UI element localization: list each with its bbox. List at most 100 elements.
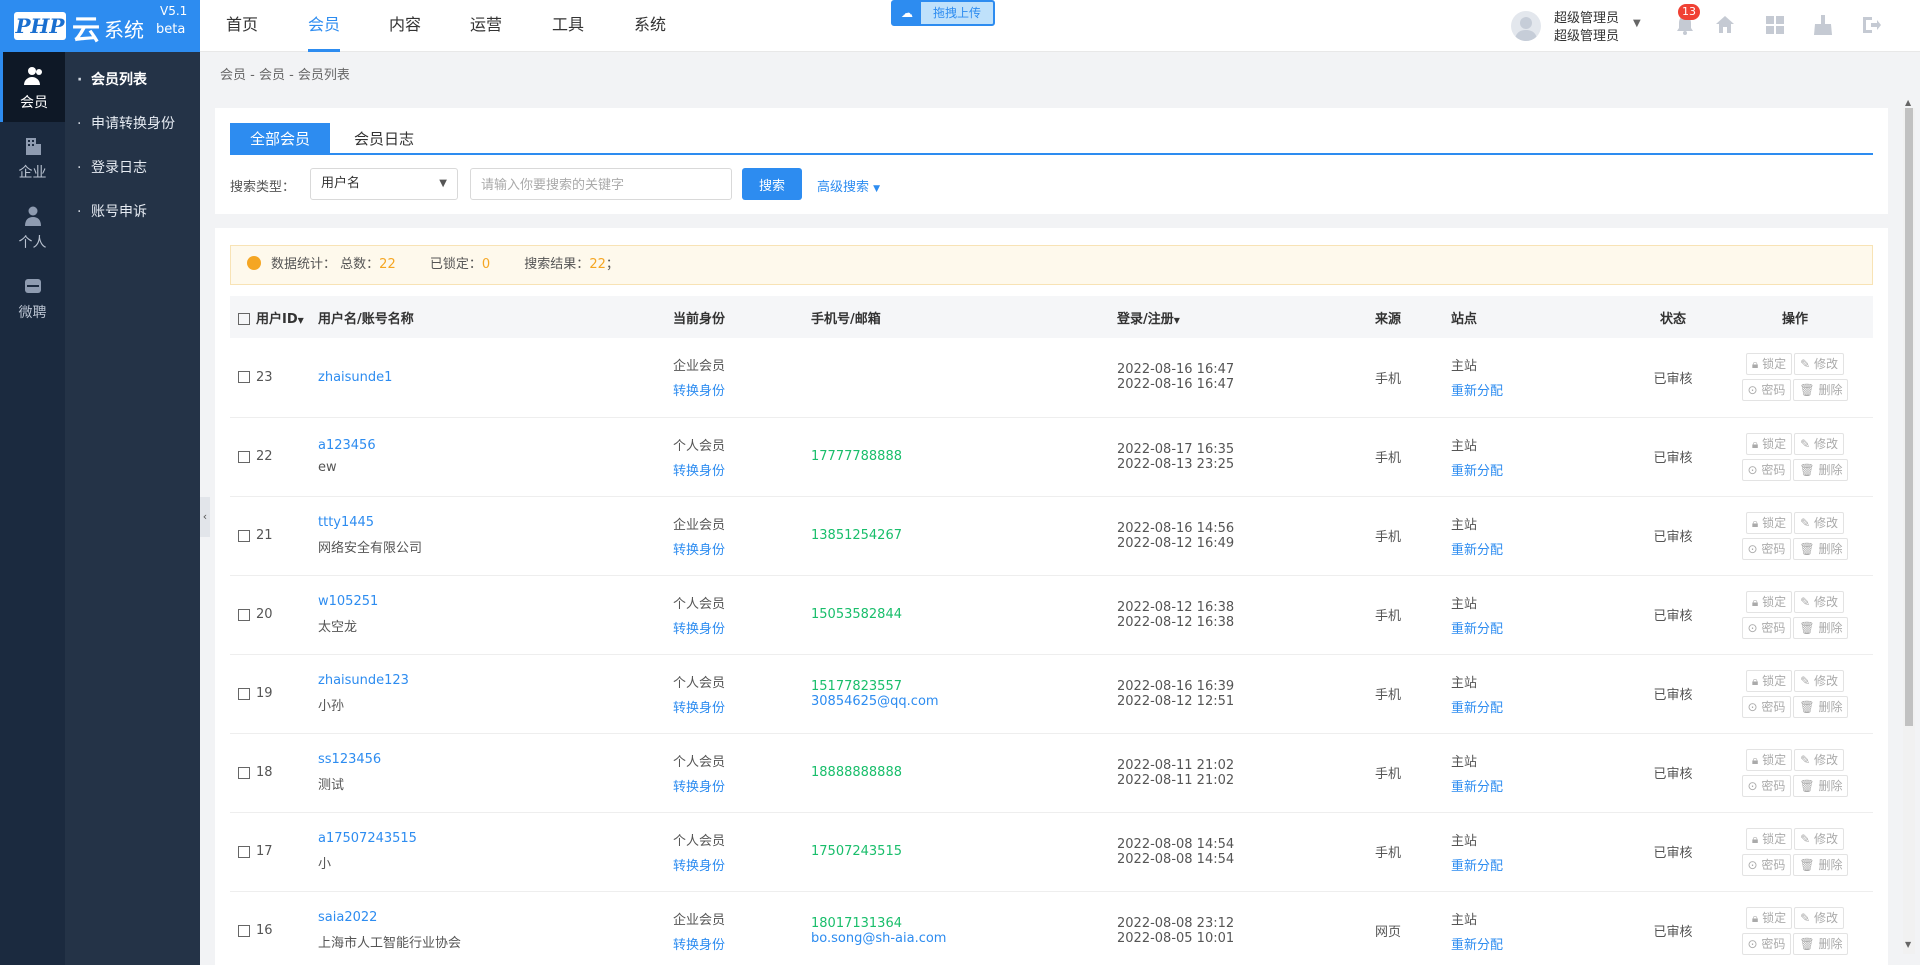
reassign-link[interactable]: 重新分配 <box>1451 697 1629 716</box>
advanced-search-link[interactable]: 高级搜索 ▼ <box>817 176 880 195</box>
sub-nav-login-log[interactable]: 登录日志 <box>65 146 200 190</box>
password-button[interactable]: ⊙ 密码 <box>1741 379 1792 402</box>
delete-button[interactable]: 🗑︎ 删除 <box>1793 616 1849 639</box>
username-link[interactable]: a123456 <box>318 438 376 453</box>
sort-icon[interactable]: ▼ <box>1174 316 1180 325</box>
switch-identity-link[interactable]: 转换身份 <box>673 539 811 558</box>
switch-identity-link[interactable]: 转换身份 <box>673 697 811 716</box>
search-input[interactable] <box>470 168 732 200</box>
search-button[interactable]: 搜索 <box>742 168 802 200</box>
switch-identity-link[interactable]: 转换身份 <box>673 380 811 399</box>
tab-member-log[interactable]: 会员日志 <box>334 123 434 155</box>
clean-cache-icon[interactable] <box>1812 14 1834 36</box>
top-menu-operations[interactable]: 运营 <box>470 0 502 52</box>
top-menu-content[interactable]: 内容 <box>389 0 421 52</box>
sort-icon[interactable]: ▼ <box>298 316 304 325</box>
header-id[interactable]: 用户ID▼ <box>230 296 318 338</box>
row-checkbox[interactable] <box>238 924 250 937</box>
delete-button[interactable]: 🗑︎ 删除 <box>1793 537 1849 560</box>
password-button[interactable]: ⊙ 密码 <box>1741 932 1792 955</box>
username-link[interactable]: ttty1445 <box>318 515 374 530</box>
password-button[interactable]: ⊙ 密码 <box>1741 695 1792 718</box>
lock-button[interactable]: 🔒︎ 锁定 <box>1745 748 1793 771</box>
delete-button[interactable]: 🗑︎ 删除 <box>1793 932 1849 955</box>
username-link[interactable]: w105251 <box>318 594 378 609</box>
edit-button[interactable]: ✎ 修改 <box>1794 353 1845 376</box>
email[interactable]: 30854625@qq.com <box>811 694 1117 709</box>
scroll-down-icon[interactable]: ▼ <box>1905 940 1911 949</box>
collapse-sidebar-button[interactable]: ‹ <box>200 497 210 537</box>
switch-identity-link[interactable]: 转换身份 <box>673 618 811 637</box>
left-nav-personal[interactable]: 个人 <box>0 192 65 262</box>
row-checkbox[interactable] <box>238 529 250 542</box>
left-nav-company[interactable]: 企业 <box>0 122 65 192</box>
tab-all-members[interactable]: 全部会员 <box>230 123 331 155</box>
switch-identity-link[interactable]: 转换身份 <box>673 460 811 479</box>
header-time[interactable]: 登录/注册▼ <box>1117 296 1375 338</box>
row-checkbox[interactable] <box>238 687 250 700</box>
top-menu-members[interactable]: 会员 <box>308 0 341 52</box>
lock-button[interactable]: 🔒︎ 锁定 <box>1745 353 1793 376</box>
sub-nav-switch-identity[interactable]: 申请转换身份 <box>65 102 200 146</box>
edit-button[interactable]: ✎ 修改 <box>1794 906 1845 929</box>
row-checkbox[interactable] <box>238 845 250 858</box>
lock-button[interactable]: 🔒︎ 锁定 <box>1745 511 1793 534</box>
row-checkbox[interactable] <box>238 450 250 463</box>
delete-button[interactable]: 🗑︎ 删除 <box>1793 458 1849 481</box>
delete-button[interactable]: 🗑︎ 删除 <box>1793 695 1849 718</box>
upload-button[interactable]: ☁ 拖拽上传 <box>891 0 995 26</box>
reassign-link[interactable]: 重新分配 <box>1451 776 1629 795</box>
delete-button[interactable]: 🗑︎ 删除 <box>1793 774 1849 797</box>
switch-identity-link[interactable]: 转换身份 <box>673 934 811 953</box>
avatar[interactable] <box>1511 11 1541 41</box>
sub-nav-appeal[interactable]: 账号申诉 <box>65 190 200 234</box>
edit-button[interactable]: ✎ 修改 <box>1794 590 1845 613</box>
edit-button[interactable]: ✎ 修改 <box>1794 827 1845 850</box>
logout-icon[interactable] <box>1860 14 1882 36</box>
page-scrollbar[interactable]: ▲ ▼ <box>1903 98 1915 954</box>
edit-button[interactable]: ✎ 修改 <box>1794 748 1845 771</box>
search-type-select[interactable]: 用户名 ▼ <box>310 168 458 200</box>
edit-button[interactable]: ✎ 修改 <box>1794 432 1845 455</box>
left-nav-members[interactable]: 会员 <box>0 52 65 122</box>
edit-button[interactable]: ✎ 修改 <box>1794 511 1845 534</box>
sub-nav-member-list[interactable]: 会员列表 <box>65 58 200 102</box>
reassign-link[interactable]: 重新分配 <box>1451 539 1629 558</box>
password-button[interactable]: ⊙ 密码 <box>1741 774 1792 797</box>
username-link[interactable]: saia2022 <box>318 910 377 925</box>
user-name[interactable]: 超级管理员 超级管理员 <box>1554 10 1619 46</box>
switch-identity-link[interactable]: 转换身份 <box>673 855 811 874</box>
reassign-link[interactable]: 重新分配 <box>1451 460 1629 479</box>
top-menu-tools[interactable]: 工具 <box>552 0 584 52</box>
reassign-link[interactable]: 重新分配 <box>1451 618 1629 637</box>
delete-button[interactable]: 🗑︎ 删除 <box>1793 379 1849 402</box>
reassign-link[interactable]: 重新分配 <box>1451 380 1629 399</box>
lock-button[interactable]: 🔒︎ 锁定 <box>1745 590 1793 613</box>
user-dropdown-icon[interactable]: ▼ <box>1633 18 1641 29</box>
scroll-up-icon[interactable]: ▲ <box>1905 98 1911 107</box>
password-button[interactable]: ⊙ 密码 <box>1741 853 1792 876</box>
row-checkbox[interactable] <box>238 608 250 621</box>
scrollbar-thumb[interactable] <box>1905 108 1913 726</box>
lock-button[interactable]: 🔒︎ 锁定 <box>1745 906 1793 929</box>
username-link[interactable]: ss123456 <box>318 752 381 767</box>
username-link[interactable]: zhaisunde1 <box>318 370 392 385</box>
left-nav-micro[interactable]: 微聘 <box>0 262 65 332</box>
lock-button[interactable]: 🔒︎ 锁定 <box>1745 827 1793 850</box>
reassign-link[interactable]: 重新分配 <box>1451 855 1629 874</box>
reassign-link[interactable]: 重新分配 <box>1451 934 1629 953</box>
password-button[interactable]: ⊙ 密码 <box>1741 616 1792 639</box>
row-checkbox[interactable] <box>238 766 250 779</box>
edit-button[interactable]: ✎ 修改 <box>1794 669 1845 692</box>
delete-button[interactable]: 🗑︎ 删除 <box>1793 853 1849 876</box>
home-icon[interactable] <box>1714 14 1736 36</box>
switch-identity-link[interactable]: 转换身份 <box>673 776 811 795</box>
top-menu-home[interactable]: 首页 <box>226 0 258 52</box>
apps-icon[interactable] <box>1764 14 1786 36</box>
username-link[interactable]: a17507243515 <box>318 831 417 846</box>
lock-button[interactable]: 🔒︎ 锁定 <box>1745 432 1793 455</box>
email[interactable]: bo.song@sh-aia.com <box>811 931 1117 946</box>
select-all-checkbox[interactable] <box>238 313 250 325</box>
password-button[interactable]: ⊙ 密码 <box>1741 537 1792 560</box>
username-link[interactable]: zhaisunde123 <box>318 673 409 688</box>
